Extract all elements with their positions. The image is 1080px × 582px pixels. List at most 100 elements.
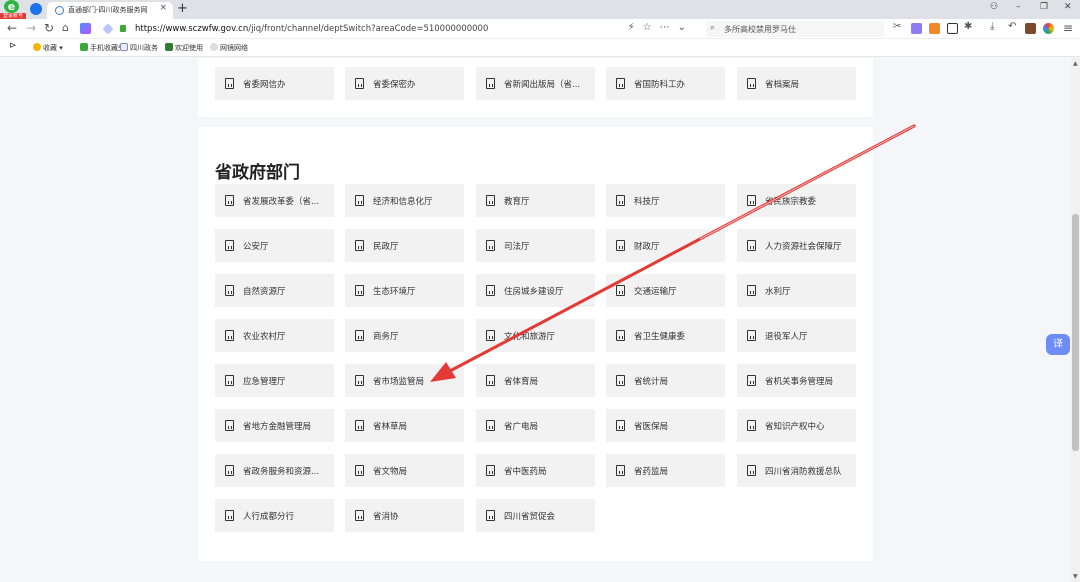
- dept-item[interactable]: 住房城乡建设厅: [476, 274, 595, 307]
- dept-item[interactable]: 省国防科工办: [606, 67, 725, 100]
- book-icon: [747, 330, 756, 341]
- sidebar-toggle-icon[interactable]: ⊳: [9, 41, 17, 51]
- reload-icon[interactable]: ↻: [44, 21, 54, 35]
- dept-item[interactable]: 省消协: [345, 499, 464, 532]
- book-icon: [747, 195, 756, 206]
- dept-item[interactable]: 四川省贸促会: [476, 499, 595, 532]
- wallet-icon[interactable]: [1025, 23, 1036, 34]
- dept-item[interactable]: 省政务服务和资源...: [215, 454, 334, 487]
- undo-icon[interactable]: ↶: [1008, 21, 1016, 32]
- dept-item[interactable]: 省发展改革委（省...: [215, 184, 334, 217]
- extensions-puzzle-icon[interactable]: ✱: [964, 21, 972, 32]
- dept-item[interactable]: 商务厅: [345, 319, 464, 352]
- url-actions[interactable]: ⚡☆⋯⌄: [628, 22, 694, 33]
- dept-item[interactable]: 农业农村厅: [215, 319, 334, 352]
- dept-item[interactable]: 省卫生健康委: [606, 319, 725, 352]
- home-icon[interactable]: ⌂: [62, 21, 69, 34]
- restore-icon[interactable]: ❐: [1040, 2, 1048, 12]
- dept-item[interactable]: 省新闻出版局（省...: [476, 67, 595, 100]
- dept-item[interactable]: 自然资源厅: [215, 274, 334, 307]
- page-viewport: 省委网信办 省委保密办 省新闻出版局（省... 省国防科工办 省档案局 省政府部…: [0, 58, 1071, 582]
- dept-item[interactable]: 生态环境厅: [345, 274, 464, 307]
- navigation-icon[interactable]: [30, 3, 42, 15]
- dept-item[interactable]: 省统计局: [606, 364, 725, 397]
- window-close-icon[interactable]: ✕: [1064, 2, 1072, 12]
- scroll-down-icon[interactable]: ▼: [1073, 573, 1078, 580]
- dept-item[interactable]: 省广电局: [476, 409, 595, 442]
- dept-item[interactable]: 应急管理厅: [215, 364, 334, 397]
- bookmark-favorites[interactable]: 收藏 ▾: [33, 43, 63, 53]
- gov-dept-card: 省政府部门 省发展改革委（省... 经济和信息化厅 教育厅 科技厅 省民族宗教委 公安厅民…: [198, 127, 873, 561]
- dept-item[interactable]: 省民族宗教委: [737, 184, 856, 217]
- dept-item[interactable]: 省档案局: [737, 67, 856, 100]
- favicon-icon: [55, 6, 64, 15]
- book-icon: [486, 78, 495, 89]
- tab-bar: e 登录账号 直通部门-四川政务服务网 × + ⚇ – ❐ ✕: [0, 0, 1080, 20]
- url-field[interactable]: https://www.sczwfw.gov.cn/jiq/front/chan…: [99, 21, 704, 37]
- dept-item[interactable]: 财政厅: [606, 229, 725, 262]
- dept-item[interactable]: 省市场监管局: [345, 364, 464, 397]
- book-icon: [355, 78, 364, 89]
- search-input[interactable]: ⌕ 多所高校禁用罗马仕: [706, 21, 884, 37]
- new-tab-button[interactable]: +: [177, 0, 188, 18]
- shirt-icon[interactable]: ⚇: [990, 2, 998, 12]
- dept-item[interactable]: 人行成都分行: [215, 499, 334, 532]
- url-text: https://www.sczwfw.gov.cn/jiq/front/chan…: [135, 24, 489, 34]
- bookmark-welcome[interactable]: 欢迎使用: [165, 43, 203, 53]
- dept-item[interactable]: 四川省消防救援总队: [737, 454, 856, 487]
- dept-item[interactable]: 文化和旅游厅: [476, 319, 595, 352]
- dept-item[interactable]: 交通运输厅: [606, 274, 725, 307]
- book-icon: [747, 240, 756, 251]
- dept-item[interactable]: 省委保密办: [345, 67, 464, 100]
- dept-item[interactable]: 民政厅: [345, 229, 464, 262]
- dept-item[interactable]: 水利厅: [737, 274, 856, 307]
- phone-icon: [80, 43, 88, 51]
- extension-orange-icon[interactable]: [929, 23, 940, 34]
- dept-item[interactable]: 省委网信办: [215, 67, 334, 100]
- page-scrollbar[interactable]: ▲ ▼: [1071, 58, 1080, 582]
- dept-item[interactable]: 省体育局: [476, 364, 595, 397]
- dept-item[interactable]: 省机关事务管理局: [737, 364, 856, 397]
- window-icon[interactable]: [947, 23, 958, 34]
- bookmark-sichuan[interactable]: 四川政务: [120, 43, 158, 53]
- dept-item[interactable]: 经济和信息化厅: [345, 184, 464, 217]
- tab-close-icon[interactable]: ×: [159, 3, 167, 13]
- scissors-icon[interactable]: ✂: [893, 21, 901, 32]
- lock-icon: [120, 25, 126, 32]
- dept-item[interactable]: 科技厅: [606, 184, 725, 217]
- dept-item[interactable]: 省中医药局: [476, 454, 595, 487]
- dept-item[interactable]: 司法厅: [476, 229, 595, 262]
- forward-icon[interactable]: →: [26, 21, 36, 35]
- bookmark-mobile[interactable]: 手机收藏夹: [80, 43, 125, 53]
- book-icon: [355, 240, 364, 251]
- browser-logo[interactable]: e 登录账号: [0, 0, 26, 20]
- dept-item[interactable]: 人力资源社会保障厅: [737, 229, 856, 262]
- dept-item[interactable]: 退役军人厅: [737, 319, 856, 352]
- dept-item[interactable]: 省医保局: [606, 409, 725, 442]
- dept-item[interactable]: 省地方金融管理局: [215, 409, 334, 442]
- book-icon: [486, 195, 495, 206]
- back-icon[interactable]: ←: [7, 21, 17, 35]
- dept-item[interactable]: 公安厅: [215, 229, 334, 262]
- bookmark-netmirror[interactable]: 网镜网络: [210, 43, 248, 53]
- book-icon: [747, 285, 756, 296]
- minimize-icon[interactable]: –: [1016, 2, 1021, 12]
- dept-item[interactable]: 省文物局: [345, 454, 464, 487]
- menu-icon[interactable]: ≡: [1063, 21, 1073, 35]
- book-icon: [616, 195, 625, 206]
- extension-purple-icon[interactable]: [911, 23, 922, 34]
- tab-active[interactable]: 直通部门-四川政务服务网 ×: [47, 2, 173, 19]
- ai-icon[interactable]: [80, 23, 91, 34]
- scroll-up-icon[interactable]: ▲: [1073, 60, 1078, 67]
- book-icon: [355, 420, 364, 431]
- download-icon[interactable]: ⤓: [990, 21, 994, 32]
- dept-item[interactable]: 教育厅: [476, 184, 595, 217]
- colorful-icon[interactable]: [1043, 23, 1054, 34]
- book-icon: [225, 195, 234, 206]
- scroll-thumb[interactable]: [1072, 214, 1079, 451]
- dept-item[interactable]: 省药监局: [606, 454, 725, 487]
- shield-icon: [102, 23, 114, 35]
- dept-item[interactable]: 省林草局: [345, 409, 464, 442]
- translate-button[interactable]: 译: [1046, 334, 1070, 355]
- dept-item[interactable]: 省知识产权中心: [737, 409, 856, 442]
